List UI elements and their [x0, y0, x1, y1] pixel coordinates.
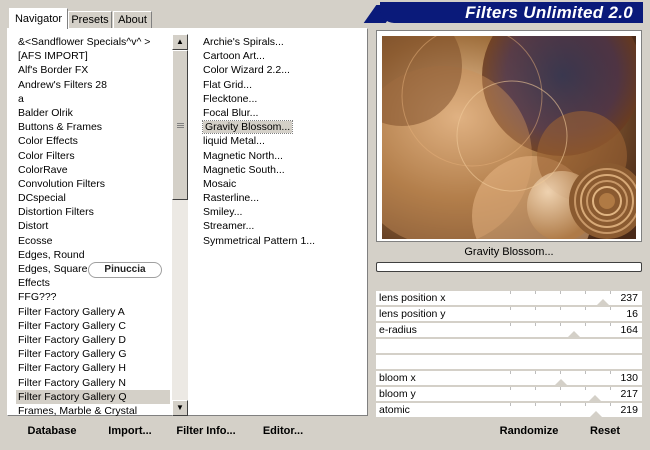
category-item[interactable]: Alf's Border FX: [16, 63, 170, 77]
database-button[interactable]: Database: [16, 422, 88, 440]
param-label: lens position x: [379, 292, 446, 304]
tab-about[interactable]: About: [113, 11, 152, 28]
filter-item[interactable]: Magnetic North...: [201, 149, 361, 163]
category-scrollbar[interactable]: ▲ ▼: [172, 34, 188, 416]
category-item[interactable]: Andrew's Filters 28: [16, 78, 170, 92]
filter-item[interactable]: Gravity Blossom...: [201, 120, 361, 135]
scroll-down-button[interactable]: ▼: [172, 400, 188, 416]
param-label: bloom y: [379, 388, 416, 400]
param-value: 164: [620, 324, 638, 336]
param-value: 130: [620, 372, 638, 384]
category-list[interactable]: &<Sandflower Specials^v^ > [AFS IMPORT] Al…: [16, 35, 170, 418]
category-item[interactable]: Filter Factory Gallery D: [16, 333, 170, 347]
watermark-stamp: Pinuccia: [88, 262, 162, 278]
category-item[interactable]: Effects: [16, 276, 170, 290]
filter-item[interactable]: Mosaic: [201, 177, 361, 191]
title-banner: Filters Unlimited 2.0: [380, 2, 643, 23]
param-label: atomic: [379, 404, 410, 416]
param-value: 217: [620, 388, 638, 400]
param-slider-row[interactable]: e-radius 164: [376, 323, 642, 337]
filter-item[interactable]: Color Wizard 2.2...: [201, 63, 361, 77]
category-item[interactable]: ColorRave: [16, 163, 170, 177]
category-item[interactable]: Filter Factory Gallery N: [16, 376, 170, 390]
category-item[interactable]: FFG???: [16, 290, 170, 304]
category-item[interactable]: Color Filters: [16, 149, 170, 163]
category-item[interactable]: Filter Factory Gallery H: [16, 361, 170, 375]
category-item[interactable]: Buttons & Frames: [16, 120, 170, 134]
param-value: 237: [620, 292, 638, 304]
slider-thumb[interactable]: [568, 331, 580, 337]
param-slider-row[interactable]: atomic 219: [376, 403, 642, 417]
filter-item[interactable]: Rasterline...: [201, 191, 361, 205]
import-button[interactable]: Import...: [101, 422, 159, 440]
filter-list[interactable]: Archie's Spirals... Cartoon Art... Color W…: [201, 35, 361, 248]
category-item[interactable]: Filter Factory Gallery Q: [16, 389, 170, 404]
category-item[interactable]: Balder Olrik: [16, 106, 170, 120]
filter-item[interactable]: Archie's Spirals...: [201, 35, 361, 49]
category-item[interactable]: Frames, Marble & Crystal: [16, 404, 170, 418]
editor-button[interactable]: Editor...: [255, 422, 311, 440]
category-item[interactable]: &<Sandflower Specials^v^ >: [16, 35, 170, 49]
progress-bar: [376, 262, 642, 272]
selected-filter-name: Gravity Blossom...: [464, 246, 554, 258]
param-slider-row[interactable]: lens position x 237: [376, 291, 642, 305]
category-item[interactable]: DCspecial: [16, 191, 170, 205]
scroll-thumb[interactable]: [172, 50, 188, 200]
param-label: lens position y: [379, 308, 446, 320]
param-label: bloom x: [379, 372, 416, 384]
filter-info-button[interactable]: Filter Info...: [173, 422, 239, 440]
param-value: 219: [620, 404, 638, 416]
param-empty-row: [376, 355, 642, 369]
param-value: 16: [626, 308, 638, 320]
slider-thumb[interactable]: [589, 395, 601, 401]
slider-thumb[interactable]: [555, 379, 567, 385]
filter-item[interactable]: liquid Metal...: [201, 134, 361, 148]
preview-image: [382, 36, 636, 239]
category-item[interactable]: Distort: [16, 219, 170, 233]
param-slider-row[interactable]: bloom x 130: [376, 371, 642, 385]
param-slider-row[interactable]: lens position y 16: [376, 307, 642, 321]
filter-item[interactable]: Smiley...: [201, 205, 361, 219]
tab-navigator[interactable]: Navigator: [9, 8, 68, 29]
param-slider-row[interactable]: bloom y 217: [376, 387, 642, 401]
filter-item[interactable]: Flat Grid...: [201, 78, 361, 92]
filter-item[interactable]: Cartoon Art...: [201, 49, 361, 63]
slider-thumb[interactable]: [597, 299, 609, 305]
category-item[interactable]: Filter Factory Gallery C: [16, 319, 170, 333]
scroll-up-button[interactable]: ▲: [172, 34, 188, 50]
category-item[interactable]: Distortion Filters: [16, 205, 170, 219]
category-item[interactable]: [AFS IMPORT]: [16, 49, 170, 63]
category-item[interactable]: Edges, Round: [16, 248, 170, 262]
category-item[interactable]: Convolution Filters: [16, 177, 170, 191]
filter-item[interactable]: Symmetrical Pattern 1...: [201, 234, 361, 248]
slider-thumb[interactable]: [590, 411, 602, 417]
filter-item[interactable]: Magnetic South...: [201, 163, 361, 177]
param-label: e-radius: [379, 324, 417, 336]
filter-item[interactable]: Streamer...: [201, 219, 361, 233]
param-empty-row: [376, 339, 642, 353]
category-item[interactable]: a: [16, 92, 170, 106]
category-item[interactable]: Color Effects: [16, 134, 170, 148]
category-item[interactable]: Ecosse: [16, 234, 170, 248]
filter-item[interactable]: Flecktone...: [201, 92, 361, 106]
tab-presets[interactable]: Presets: [68, 11, 112, 28]
randomize-button[interactable]: Randomize: [496, 422, 562, 440]
reset-button[interactable]: Reset: [583, 422, 627, 440]
filter-item[interactable]: Focal Blur...: [201, 106, 361, 120]
category-item[interactable]: Filter Factory Gallery G: [16, 347, 170, 361]
category-item[interactable]: Filter Factory Gallery A: [16, 305, 170, 319]
app-title: Filters Unlimited 2.0: [465, 3, 633, 22]
